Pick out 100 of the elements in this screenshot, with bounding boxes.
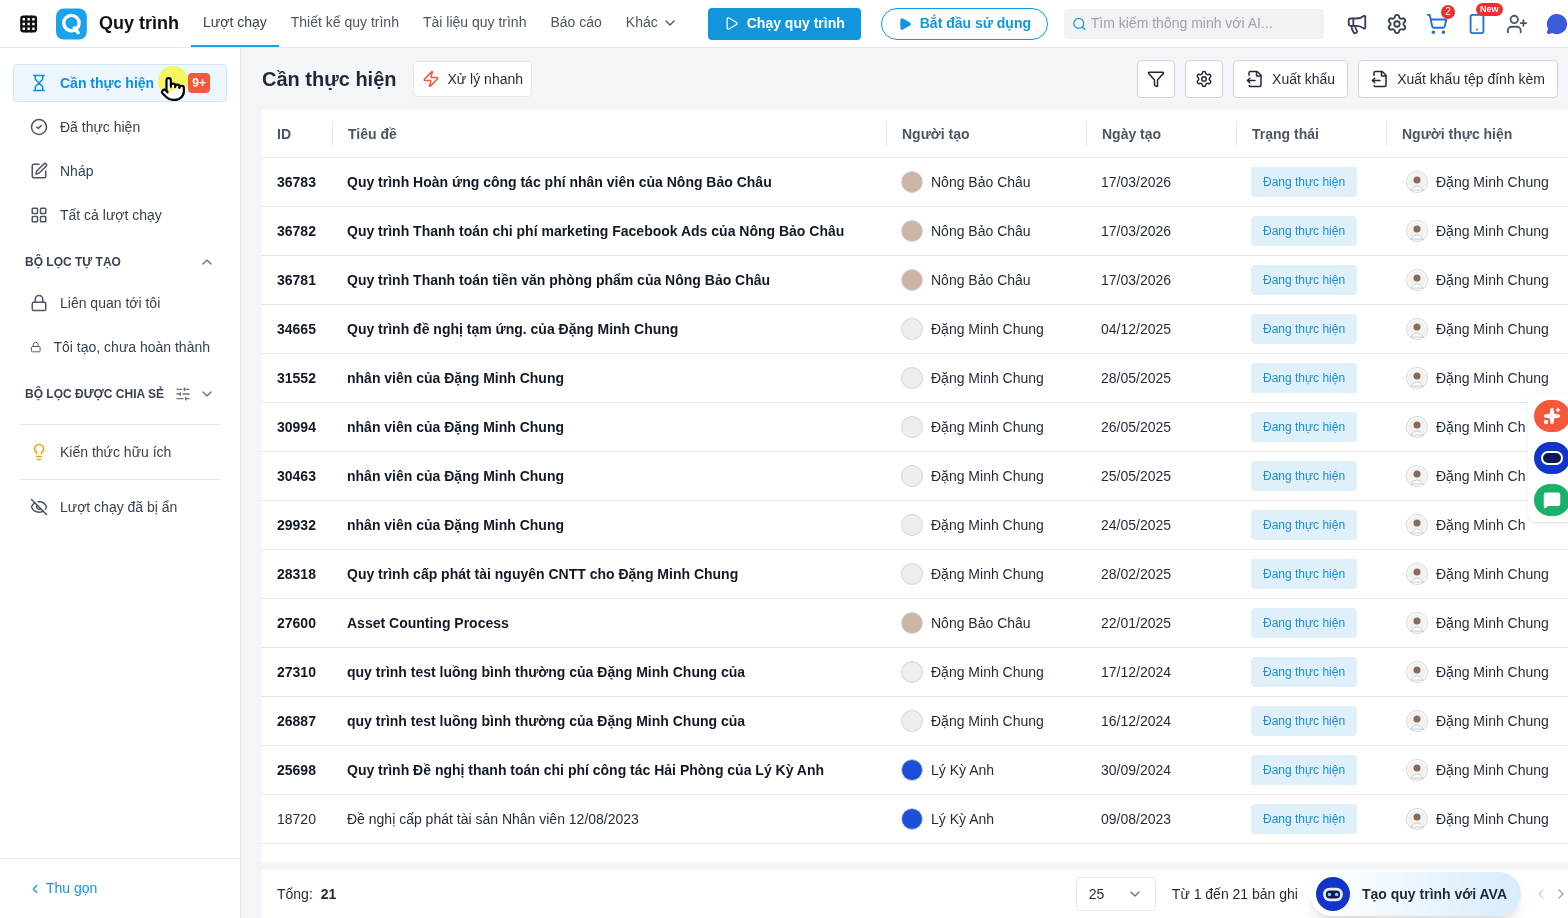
sidebar-item[interactable]: Tất cả lượt chạy <box>13 196 227 234</box>
table-row[interactable]: 27310 quy trình test luồng bình thường của Đặng Minh Chung của Đặng Minh Chung 17/12/2024 Đang thực hiện Đặng Minh Chung <box>262 648 1568 697</box>
table-row[interactable]: 27600 Asset Counting Process Nông Bảo Châu 22/01/2025 Đang thực hiện Đặng Minh Chung <box>262 599 1568 648</box>
status-tag: Đang thực hiện <box>1251 804 1358 834</box>
nav-tab[interactable]: Báo cáo <box>538 0 614 47</box>
creator-name: Đặng Minh Chung <box>931 515 1044 535</box>
creator-name: Lý Kỳ Anh <box>931 809 995 829</box>
avatar <box>1406 612 1428 634</box>
settings-icon[interactable] <box>1386 12 1408 35</box>
sidebar-item[interactable]: Liên quan tới tôi <box>13 284 227 322</box>
table-row[interactable]: 25698 Quy trình Đề nghị thanh toán chi phí công tác Hải Phòng của Lý Kỳ Anh Lý Kỳ Anh 30/09/2024 Đang thực hiện Đặng Minh Chung <box>262 746 1568 795</box>
column-header[interactable]: ID <box>277 125 291 142</box>
table-row[interactable]: 31552 nhân viên của Đặng Minh Chung Đặng Minh Chung 28/05/2025 Đang thực hiện Đặng Minh Chung <box>262 354 1568 403</box>
id-cell: 30463 <box>277 467 316 484</box>
column-header[interactable]: Người thực hiện <box>1402 125 1513 142</box>
search-field[interactable]: Tìm kiếm thông minh với AI... <box>1064 8 1324 39</box>
settings-button[interactable] <box>1185 60 1224 98</box>
section-title: BỘ LỌC ĐƯỢC CHIA SẺ <box>25 385 165 403</box>
date-cell: 17/03/2026 <box>1101 173 1172 190</box>
notification-badge: 2 <box>1441 4 1455 19</box>
sidebar-item[interactable]: Nháp <box>13 152 227 190</box>
assignee-name: Đặng Minh Chung <box>1436 809 1549 829</box>
add-user-icon[interactable] <box>1506 12 1528 35</box>
apps-menu-icon[interactable] <box>19 13 39 34</box>
date-cell: 22/01/2025 <box>1101 614 1172 631</box>
creator-name: Đặng Minh Chung <box>931 662 1044 682</box>
app-title: Quy trình <box>99 12 180 35</box>
sparkle-button[interactable] <box>1534 400 1568 432</box>
export-button[interactable]: Xuất khẩu <box>1233 60 1349 98</box>
chat-button[interactable] <box>1534 484 1568 516</box>
date-cell: 17/03/2026 <box>1101 222 1172 239</box>
title-cell: quy trình test luồng bình thường của Đặng Minh Chung của <box>347 663 746 680</box>
record-range: Từ 1 đến 21 bản ghi <box>1171 884 1298 904</box>
assignee-name: Đặng Minh Chung <box>1436 172 1549 192</box>
date-cell: 04/12/2025 <box>1101 320 1172 337</box>
chat-icon[interactable] <box>1546 12 1568 35</box>
export-attachments-button[interactable]: Xuất khẩu tệp đính kèm <box>1358 60 1558 98</box>
date-cell: 25/05/2025 <box>1101 467 1172 484</box>
table-row[interactable]: 36781 Quy trình Thanh toán tiền văn phòng phẩm của Nông Bảo Châu Nông Bảo Châu 17/03/2026 Đang thực hiện Đặng Minh Chung <box>262 256 1568 305</box>
id-cell: 25698 <box>277 761 316 778</box>
robot-button[interactable] <box>1534 442 1568 474</box>
nav-tab[interactable]: Thiết kế quy trình <box>278 0 411 47</box>
table-row[interactable]: 36782 Quy trình Thanh toán chi phí marketing Facebook Ads của Nông Bảo Châu Nông Bảo Châu 17/03/2026 Đang thực hiện Đặng Minh Chung <box>262 207 1568 256</box>
robot-icon <box>1315 877 1350 911</box>
app-logo-icon <box>56 7 88 40</box>
nav-tab[interactable]: Khác <box>613 0 690 47</box>
title-cell: quy trình test luồng bình thường của Đặng Minh Chung của <box>347 712 746 729</box>
avatar <box>1406 661 1428 683</box>
quick-process-button[interactable]: Xử lý nhanh <box>412 61 533 97</box>
status-tag: Đang thực hiện <box>1251 755 1358 785</box>
avatar <box>1406 563 1428 585</box>
megaphone-icon[interactable] <box>1346 12 1368 35</box>
column-header[interactable]: Ngày tạo <box>1102 125 1162 142</box>
assignee-name: Đặng Minh Chung <box>1436 270 1549 290</box>
sidebar-item[interactable]: Đã thực hiện <box>13 108 227 146</box>
filter-button[interactable] <box>1137 60 1176 98</box>
settings-icon <box>1195 70 1214 88</box>
lock-icon <box>30 294 48 312</box>
column-header[interactable]: Trạng thái <box>1252 125 1319 142</box>
assignee-name: Đặng Minh Ch <box>1436 515 1526 535</box>
id-cell: 30994 <box>277 418 316 435</box>
table-row[interactable]: 34665 Quy trình đề nghị tạm ứng. của Đặng Minh Chung Đặng Minh Chung 04/12/2025 Đang thực hiện Đặng Minh Chung <box>262 305 1568 354</box>
status-tag: Đang thực hiện <box>1251 412 1358 442</box>
sidebar-item[interactable]: Tôi tạo, chưa hoàn thành <box>13 328 227 366</box>
column-header[interactable]: Người tạo <box>902 125 970 142</box>
id-cell: 29932 <box>277 516 316 533</box>
sidebar-item[interactable]: Lượt chạy đã bị ẩn <box>13 488 227 526</box>
assignee-name: Đặng Minh Chung <box>1436 662 1549 682</box>
assignee-name: Đặng Minh Chung <box>1436 221 1549 241</box>
edit-icon <box>30 162 48 180</box>
title-cell: Quy trình cấp phát tài nguyên CNTT cho Đặng Minh Chung <box>347 565 739 582</box>
assignee-name: Đặng Minh Chung <box>1436 319 1549 339</box>
ava-popup[interactable]: Tạo quy trình với AVA <box>1309 872 1521 916</box>
avatar <box>1406 808 1428 830</box>
avatar <box>1406 367 1428 389</box>
nav-tab[interactable]: Tài liệu quy trình <box>410 0 539 47</box>
avatar <box>1406 465 1428 487</box>
avatar <box>1406 514 1428 536</box>
filter-settings-icon[interactable] <box>175 386 191 402</box>
status-tag: Đang thực hiện <box>1251 559 1358 589</box>
table-row[interactable]: 26887 quy trình test luồng bình thường của Đặng Minh Chung của Đặng Minh Chung 16/12/2024 Đang thực hiện Đặng Minh Chung <box>262 697 1568 746</box>
creator-name: Đặng Minh Chung <box>931 319 1044 339</box>
table-row[interactable]: 18720 Đề nghị cấp phát tài sản Nhân viên 12/08/2023 Lý Kỳ Anh 09/08/2023 Đang thực hiện Đặng Minh Chung <box>262 795 1568 844</box>
title-cell: Quy trình đề nghị tạm ứng. của Đặng Minh Chung <box>347 320 679 337</box>
id-cell: 28318 <box>277 565 316 582</box>
check-circle-icon <box>30 118 48 136</box>
title-cell: nhân viên của Đặng Minh Chung <box>347 516 564 533</box>
table-row[interactable]: 36783 Quy trình Hoàn ứng công tác phí nhân viên của Nông Bảo Châu Nông Bảo Châu 17/03/2026 Đang thực hiện Đặng Minh Chung <box>262 158 1568 207</box>
creator-name: Nông Bảo Châu <box>931 172 1031 192</box>
new-badge: New <box>1476 2 1503 16</box>
sidebar-item[interactable]: Kiến thức hữu ích <box>13 433 227 471</box>
page-size-select[interactable]: 25 <box>1075 877 1156 911</box>
status-tag: Đang thực hiện <box>1251 265 1358 295</box>
avatar <box>1406 220 1428 242</box>
id-cell: 27600 <box>277 614 316 631</box>
table-row[interactable]: 28318 Quy trình cấp phát tài nguyên CNTT cho Đặng Minh Chung Đặng Minh Chung 28/02/2025 Đang thực hiện Đặng Minh Chung <box>262 550 1568 599</box>
column-header[interactable]: Tiêu đề <box>348 125 397 142</box>
title-cell: nhân viên của Đặng Minh Chung <box>347 467 564 484</box>
status-tag: Đang thực hiện <box>1251 167 1358 197</box>
date-cell: 24/05/2025 <box>1101 516 1172 533</box>
